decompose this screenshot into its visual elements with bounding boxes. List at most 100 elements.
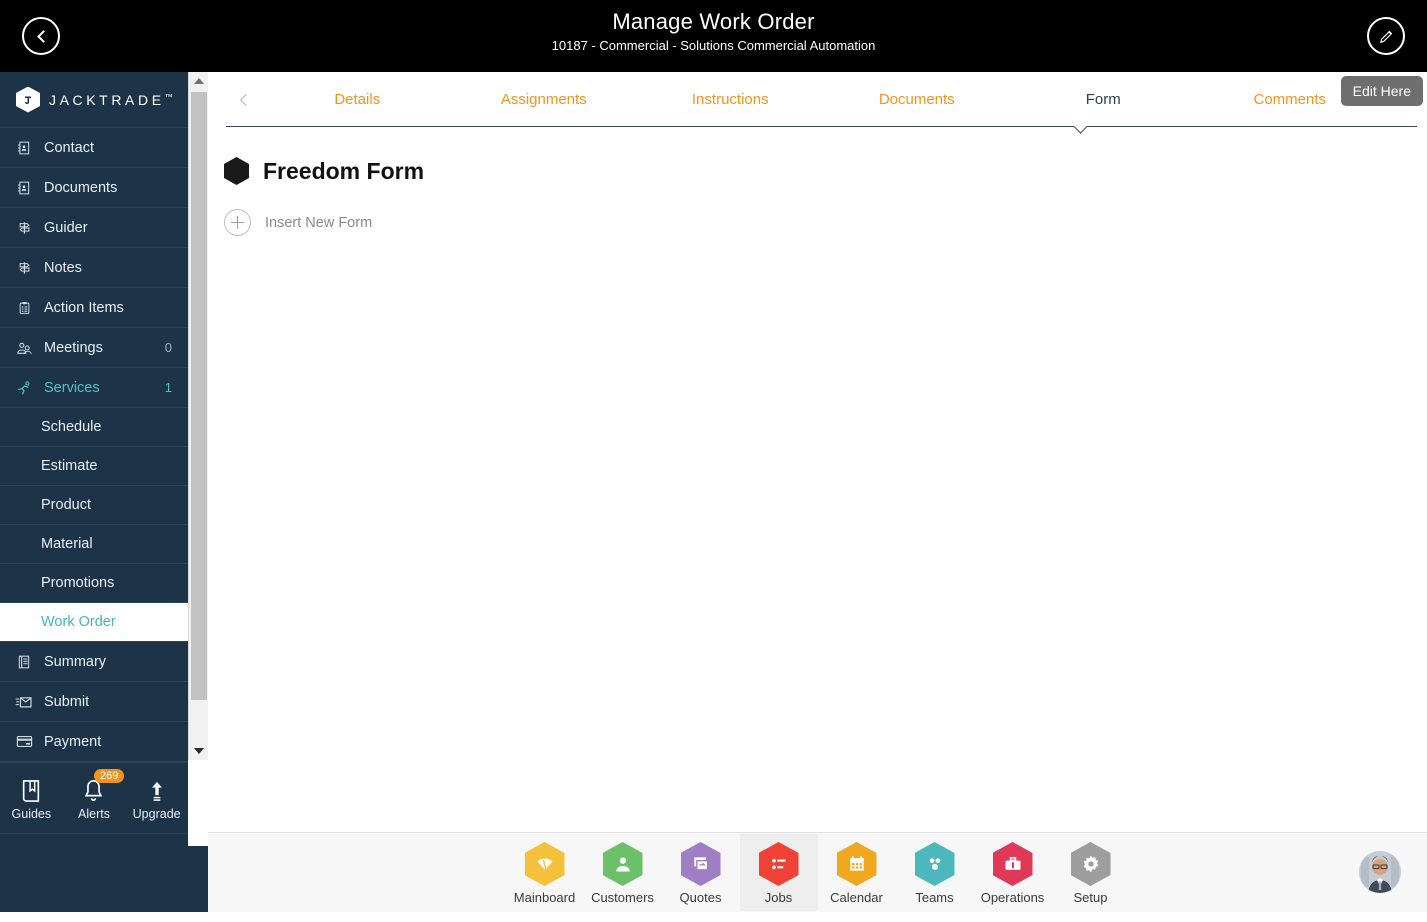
sidebar-item-label: Payment (44, 733, 102, 750)
sidebar-subitem-promotions[interactable]: Promotions (0, 564, 188, 603)
sidebar-subitem-schedule[interactable]: Schedule (0, 408, 188, 447)
upload-arrow-icon (129, 775, 185, 803)
form-panel: Freedom Form Insert New Form (208, 127, 1427, 236)
tab-underline (226, 126, 1417, 127)
sidebar-item-submit[interactable]: Submit (0, 682, 188, 722)
sidebar-item-action-items[interactable]: Action Items (0, 288, 188, 328)
user-avatar[interactable] (1359, 851, 1401, 893)
triangle-down-icon (194, 748, 204, 754)
mainboard-icon (524, 842, 565, 886)
sidebar-item-payment[interactable]: Payment (0, 722, 188, 762)
jacktrade-hex-logo-icon (16, 86, 40, 113)
main-content-area: Details Assignments Instructions Documen… (208, 72, 1427, 832)
sidebar-item-label: Summary (44, 653, 107, 670)
sidebar-subitem-label: Product (41, 497, 91, 513)
sidebar-item-label: Services (44, 379, 100, 396)
bottom-nav-label: Quotes (679, 890, 722, 905)
teams-icon (914, 842, 955, 886)
tab-assignments[interactable]: Assignments (451, 72, 638, 127)
quick-action-label: Guides (11, 807, 52, 821)
sidebar-scrollbar[interactable] (188, 72, 208, 760)
quick-action-alerts[interactable]: 269 Alerts (66, 769, 125, 821)
brand-name: JACKTRADE™ (49, 92, 173, 108)
insert-new-form-button[interactable]: Insert New Form (224, 209, 1427, 236)
active-tab-caret-icon (1072, 126, 1090, 135)
signpost-icon (14, 259, 34, 277)
header-title-block: Manage Work Order 10187 - Commercial - S… (0, 0, 1427, 56)
tab-list: Details Assignments Instructions Documen… (264, 72, 1383, 127)
sidebar-item-label: Contact (44, 139, 94, 156)
scroll-up-button[interactable] (189, 72, 209, 90)
edit-record-button[interactable] (1367, 17, 1405, 55)
sidebar-subitem-product[interactable]: Product (0, 486, 188, 525)
alerts-badge: 269 (93, 769, 125, 783)
sidebar-subitem-label: Promotions (41, 575, 115, 591)
jobs-icon (758, 842, 799, 886)
sidebar-item-contact[interactable]: Contact (0, 128, 188, 168)
sidebar-subitem-work-order[interactable]: Work Order (0, 603, 188, 642)
bottom-nav-jobs[interactable]: Jobs (739, 834, 818, 911)
services-icon (14, 379, 34, 397)
meetings-icon (14, 339, 34, 357)
brand-name-text: JACKTRADE (49, 91, 165, 108)
bottom-nav-teams[interactable]: Teams (896, 834, 974, 911)
chevron-left-icon (36, 29, 50, 43)
payment-icon (14, 733, 34, 751)
tab-instructions[interactable]: Instructions (637, 72, 824, 127)
bottom-nav-label: Setup (1073, 890, 1108, 905)
bottom-nav-label: Operations (980, 890, 1045, 905)
bottom-nav-operations[interactable]: Operations (974, 834, 1052, 911)
sidebar-item-guider[interactable]: Guider (0, 208, 188, 248)
top-header-bar: Manage Work Order 10187 - Commercial - S… (0, 0, 1427, 72)
sidebar-item-meetings[interactable]: Meetings 0 (0, 328, 188, 368)
bottom-nav-label: Calendar (830, 890, 883, 905)
submit-icon (14, 693, 34, 711)
bottom-nav-customers[interactable]: Customers (584, 834, 662, 911)
bottom-nav-label: Mainboard (513, 890, 576, 905)
bottom-nav-mainboard[interactable]: Mainboard (506, 834, 584, 911)
bottom-nav-calendar[interactable]: Calendar (818, 834, 896, 911)
form-title-row: Freedom Form (224, 157, 1427, 185)
hexagon-icon (224, 157, 249, 185)
sidebar-item-label: Guider (44, 219, 88, 236)
page-bottom-strip (0, 912, 1427, 922)
chevron-left-icon (239, 94, 247, 106)
sidebar-item-notes[interactable]: Notes (0, 248, 188, 288)
scroll-down-button[interactable] (189, 742, 209, 760)
documents-icon (14, 179, 34, 197)
bottom-nav-label: Customers (591, 890, 654, 905)
plus-circle-icon (224, 209, 251, 236)
back-button[interactable] (22, 17, 60, 55)
sidebar-item-label: Documents (44, 179, 118, 196)
tab-details[interactable]: Details (264, 72, 451, 127)
quick-action-guides[interactable]: Guides (3, 775, 59, 821)
sidebar-item-services[interactable]: Services 1 (0, 368, 188, 408)
sidebar-subitem-material[interactable]: Material (0, 525, 188, 564)
bottom-nav-quotes[interactable]: Quotes (662, 834, 740, 911)
tab-documents[interactable]: Documents (824, 72, 1011, 127)
sidebar-subitem-label: Work Order (41, 614, 116, 630)
quick-action-upgrade[interactable]: Upgrade (129, 775, 185, 821)
tab-bar: Details Assignments Instructions Documen… (208, 72, 1427, 134)
bottom-nav-setup[interactable]: Setup (1052, 834, 1130, 911)
bottom-nav-label: Teams (915, 890, 954, 905)
sidebar-item-documents[interactable]: Documents (0, 168, 188, 208)
sidebar-subitem-estimate[interactable]: Estimate (0, 447, 188, 486)
tab-scroll-left-button[interactable] (236, 92, 254, 110)
sidebar-item-label: Meetings (44, 339, 103, 356)
tab-form[interactable]: Form (1010, 72, 1197, 127)
clipboard-icon (14, 299, 34, 317)
quick-action-label: Alerts (78, 807, 110, 821)
sidebar-item-summary[interactable]: Summary (0, 642, 188, 682)
bottom-nav-label: Jobs (764, 890, 793, 905)
sidebar-item-label: Submit (44, 693, 90, 710)
bottom-nav-list: Mainboard Customers Quotes Jobs Calendar (506, 834, 1130, 911)
sidebar-scrollbar-thumb[interactable] (191, 92, 207, 700)
brand-logo[interactable]: JACKTRADE™ (0, 72, 188, 128)
operations-icon (992, 842, 1033, 886)
customers-icon (602, 842, 643, 886)
sidebar-subitem-label: Estimate (41, 458, 98, 474)
sidebar-subitem-label: Material (41, 536, 93, 552)
left-sidebar: JACKTRADE™ Contact Documents Guider Note… (0, 72, 188, 922)
edit-here-tooltip[interactable]: Edit Here (1340, 76, 1423, 106)
